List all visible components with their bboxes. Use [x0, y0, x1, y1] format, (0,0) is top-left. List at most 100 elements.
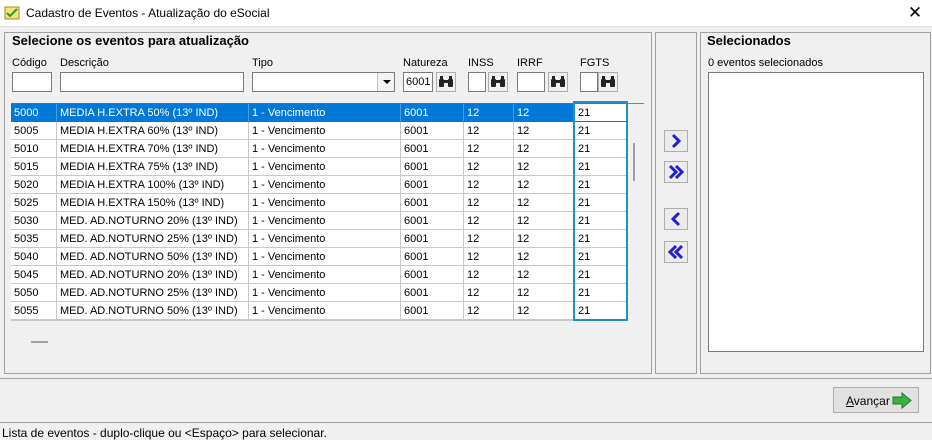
cell-fgts: 21	[575, 248, 627, 266]
cell-inss: 12	[464, 266, 514, 284]
cell-tipo: 1 - Vencimento	[249, 140, 401, 158]
move-all-right-button[interactable]	[664, 161, 688, 183]
cell-inss: 12	[464, 104, 514, 122]
cell-fgts: 21	[575, 212, 627, 230]
table-row[interactable]: 5050 MED. AD.NOTURNO 25% (13º IND) 1 - Ven…	[11, 284, 627, 302]
move-all-left-button[interactable]	[664, 241, 688, 263]
cell-natureza: 6001	[401, 104, 464, 122]
table-row[interactable]: 5045 MED. AD.NOTURNO 20% (13º IND) 1 - Ven…	[11, 266, 627, 284]
cell-irrf: 12	[514, 176, 575, 194]
table-row[interactable]: 5025 MEDIA H.EXTRA 150% (13º IND) 1 - Venc…	[11, 194, 627, 212]
cell-natureza: 6001	[401, 248, 464, 266]
cell-inss: 12	[464, 140, 514, 158]
cell-tipo: 1 - Vencimento	[249, 302, 401, 320]
cell-descricao: MEDIA H.EXTRA 150% (13º IND)	[57, 194, 249, 212]
cell-descricao: MED. AD.NOTURNO 50% (13º IND)	[57, 302, 249, 320]
cell-natureza: 6001	[401, 212, 464, 230]
cell-natureza: 6001	[401, 158, 464, 176]
table-row[interactable]: 5020 MEDIA H.EXTRA 100% (13º IND) 1 - Venc…	[11, 176, 627, 194]
cell-codigo: 5050	[11, 284, 57, 302]
cell-codigo: 5040	[11, 248, 57, 266]
codigo-input[interactable]	[12, 72, 52, 92]
cell-codigo: 5025	[11, 194, 57, 212]
cell-inss: 12	[464, 176, 514, 194]
cell-irrf: 12	[514, 140, 575, 158]
cell-tipo: 1 - Vencimento	[249, 194, 401, 212]
cell-fgts: 21	[575, 194, 627, 212]
cell-fgts: 21	[575, 266, 627, 284]
cell-descricao: MED. AD.NOTURNO 50% (13º IND)	[57, 248, 249, 266]
cell-tipo: 1 - Vencimento	[249, 176, 401, 194]
table-row[interactable]: 5035 MED. AD.NOTURNO 25% (13º IND) 1 - Ven…	[11, 230, 627, 248]
inss-search-binoculars-icon[interactable]	[488, 72, 508, 92]
irrf-input[interactable]	[517, 72, 545, 92]
cell-irrf: 12	[514, 212, 575, 230]
fgts-search-binoculars-icon[interactable]	[598, 72, 618, 92]
cell-tipo: 1 - Vencimento	[249, 230, 401, 248]
cell-natureza: 6001	[401, 284, 464, 302]
cell-tipo: 1 - Vencimento	[249, 266, 401, 284]
cell-tipo: 1 - Vencimento	[249, 122, 401, 140]
irrf-label: IRRF	[517, 57, 543, 69]
natureza-search-binoculars-icon[interactable]	[436, 72, 456, 92]
cell-tipo: 1 - Vencimento	[249, 104, 401, 122]
horizontal-scrollbar[interactable]	[31, 341, 48, 343]
tipo-select[interactable]	[252, 72, 395, 92]
next-button-label: Avançar	[846, 394, 890, 408]
events-grid[interactable]: 5000 MEDIA H.EXTRA 50% (13º IND) 1 - Venci…	[11, 103, 627, 320]
close-icon: ✕	[907, 3, 923, 22]
table-row[interactable]: 5000 MEDIA H.EXTRA 50% (13º IND) 1 - Venci…	[11, 104, 627, 122]
cell-descricao: MED. AD.NOTURNO 20% (13º IND)	[57, 212, 249, 230]
vertical-scrollbar[interactable]	[633, 143, 635, 181]
move-left-button[interactable]	[664, 208, 688, 230]
next-button[interactable]: Avançar	[833, 387, 919, 413]
window-title: Cadastro de Eventos - Atualização do eSo…	[26, 6, 270, 20]
cell-fgts: 21	[575, 104, 627, 122]
cell-tipo: 1 - Vencimento	[249, 248, 401, 266]
chevron-left-icon	[670, 211, 681, 227]
cell-descricao: MEDIA H.EXTRA 100% (13º IND)	[57, 176, 249, 194]
fgts-label: FGTS	[580, 57, 610, 69]
close-button[interactable]: ✕	[898, 0, 932, 27]
cell-codigo: 5000	[11, 104, 57, 122]
cell-inss: 12	[464, 194, 514, 212]
table-row[interactable]: 5040 MED. AD.NOTURNO 50% (13º IND) 1 - Ven…	[11, 248, 627, 266]
title-bar: Cadastro de Eventos - Atualização do eSo…	[0, 0, 932, 27]
natureza-input[interactable]: 6001	[403, 72, 433, 92]
cell-inss: 12	[464, 284, 514, 302]
cell-fgts: 21	[575, 302, 627, 320]
selected-events-list[interactable]	[708, 72, 924, 352]
fgts-input[interactable]	[580, 72, 598, 92]
descricao-input[interactable]	[60, 72, 244, 92]
descricao-label: Descrição	[60, 57, 109, 69]
table-row[interactable]: 5030 MED. AD.NOTURNO 20% (13º IND) 1 - Ven…	[11, 212, 627, 230]
cell-fgts: 21	[575, 176, 627, 194]
cell-descricao: MEDIA H.EXTRA 75% (13º IND)	[57, 158, 249, 176]
cell-inss: 12	[464, 122, 514, 140]
cell-inss: 12	[464, 248, 514, 266]
cell-irrf: 12	[514, 266, 575, 284]
cell-natureza: 6001	[401, 176, 464, 194]
cell-codigo: 5035	[11, 230, 57, 248]
cell-natureza: 6001	[401, 302, 464, 320]
cell-tipo: 1 - Vencimento	[249, 158, 401, 176]
cell-tipo: 1 - Vencimento	[249, 212, 401, 230]
cell-natureza: 6001	[401, 122, 464, 140]
cell-fgts: 21	[575, 140, 627, 158]
status-text: Lista de eventos - duplo-clique ou <Espa…	[2, 426, 327, 440]
cell-inss: 12	[464, 230, 514, 248]
move-right-button[interactable]	[664, 130, 688, 152]
inss-input[interactable]	[468, 72, 486, 92]
cell-descricao: MED. AD.NOTURNO 25% (13º IND)	[57, 284, 249, 302]
cell-irrf: 12	[514, 248, 575, 266]
table-row[interactable]: 5015 MEDIA H.EXTRA 75% (13º IND) 1 - Venci…	[11, 158, 627, 176]
cell-codigo: 5015	[11, 158, 57, 176]
cell-descricao: MEDIA H.EXTRA 50% (13º IND)	[57, 104, 249, 122]
natureza-label: Natureza	[403, 57, 448, 69]
table-row[interactable]: 5010 MEDIA H.EXTRA 70% (13º IND) 1 - Venci…	[11, 140, 627, 158]
table-row[interactable]: 5055 MED. AD.NOTURNO 50% (13º IND) 1 - Ven…	[11, 302, 627, 320]
table-row[interactable]: 5005 MEDIA H.EXTRA 60% (13º IND) 1 - Venci…	[11, 122, 627, 140]
chevron-down-icon[interactable]	[377, 73, 394, 91]
irrf-search-binoculars-icon[interactable]	[548, 72, 568, 92]
cell-descricao: MED. AD.NOTURNO 20% (13º IND)	[57, 266, 249, 284]
